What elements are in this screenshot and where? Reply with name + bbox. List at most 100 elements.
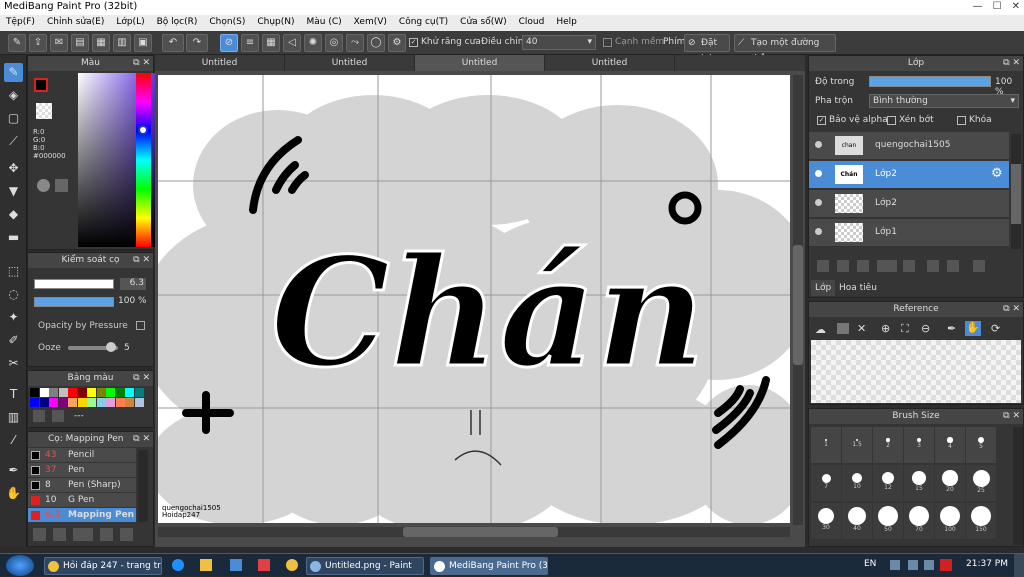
brush-icon[interactable]: ✎	[4, 63, 23, 82]
hue-handle[interactable]	[138, 125, 148, 135]
rectangle-icon[interactable]: ▢	[4, 109, 23, 128]
tray-icon[interactable]	[890, 560, 900, 570]
brush-item-pen-sharp[interactable]: 8 Pen (Sharp)	[28, 478, 136, 492]
antialias-checkbox[interactable]: ✓	[409, 38, 418, 47]
palette-color-swatch[interactable]	[115, 388, 125, 397]
brush-item-mapping-pen[interactable]: 6.3 Mapping Pen	[28, 508, 136, 522]
brush-size-option[interactable]: 1	[811, 427, 841, 463]
panel-close-icon[interactable]: ⧉ ✕	[1003, 409, 1020, 424]
add-brush-icon[interactable]	[33, 528, 46, 541]
select-eraser-icon[interactable]: ✂	[4, 354, 23, 373]
radial-snap-icon[interactable]: ✺	[304, 34, 322, 52]
menu-cloud[interactable]: Cloud	[513, 15, 551, 31]
palette-color-swatch[interactable]	[96, 388, 106, 397]
panel-close-icon[interactable]: ⧉ ✕	[1003, 302, 1020, 317]
brush-size-option[interactable]: 30	[811, 503, 841, 539]
menu-help[interactable]: Help	[550, 15, 583, 31]
palette-color-swatch[interactable]	[106, 398, 115, 407]
layer-opacity-slider[interactable]	[869, 76, 991, 87]
layout-icon[interactable]: ▣	[134, 34, 152, 52]
palette-color-swatch[interactable]	[125, 398, 134, 407]
brush-size-option[interactable]: 5	[966, 427, 996, 463]
panel-close-icon[interactable]: ⧉ ✕	[133, 253, 150, 268]
layer-row[interactable]: Lớp2	[809, 190, 1009, 218]
menu-layer[interactable]: Lớp(L)	[110, 15, 150, 31]
parallel-snap-icon[interactable]: ≡	[241, 34, 259, 52]
palette-color-swatch[interactable]	[134, 388, 144, 397]
brush-folder-icon[interactable]	[120, 528, 133, 541]
minimize-button[interactable]: —	[973, 1, 983, 12]
palette-color-swatch[interactable]	[49, 398, 58, 407]
reference-view[interactable]	[811, 340, 1021, 403]
hand-icon[interactable]: ✋	[4, 484, 23, 503]
frame-icon[interactable]: ▥	[4, 408, 23, 427]
brush-size-slider[interactable]	[34, 279, 114, 289]
eye-icon[interactable]	[815, 141, 822, 148]
menu-tools[interactable]: Công cụ(T)	[393, 15, 454, 31]
palette-color-swatch[interactable]	[68, 388, 77, 397]
panel-close-icon[interactable]: ⧉ ✕	[133, 56, 150, 71]
palette-color-swatch[interactable]	[87, 388, 96, 397]
brush-size-option[interactable]: 1.5	[842, 427, 872, 463]
color-settings-icon[interactable]	[55, 179, 68, 192]
zoom-out-icon[interactable]: ⊖	[921, 322, 930, 335]
panel-close-icon[interactable]: ⧉ ✕	[1003, 56, 1020, 71]
menu-snap[interactable]: Chụp(N)	[251, 15, 300, 31]
volume-icon[interactable]	[924, 560, 934, 570]
close-button[interactable]: ✕	[1012, 1, 1020, 12]
task-browser-hoidap[interactable]: Hỏi đáp 247 - trang tra ...	[44, 557, 162, 575]
new-1bit-layer-icon[interactable]	[857, 260, 869, 272]
show-desktop-button[interactable]	[1014, 554, 1024, 577]
smooth-checkbox[interactable]	[603, 38, 612, 47]
brush-size-option[interactable]: 2	[873, 427, 903, 463]
panel-close-icon[interactable]: ⧉ ✕	[133, 371, 150, 386]
antivirus-icon[interactable]	[940, 559, 952, 571]
close-icon[interactable]: ✕	[857, 322, 866, 335]
layer-row-selected[interactable]: Chán Lớp2 ⚙	[809, 161, 1009, 189]
task-paint[interactable]: Untitled.png - Paint	[306, 557, 424, 575]
canvas-vertical-scrollbar[interactable]	[793, 75, 803, 525]
zoom-in-icon[interactable]: ⊕	[881, 322, 890, 335]
brush-item-pencil[interactable]: 43 Pencil	[28, 448, 136, 462]
dropper-icon[interactable]: ✒	[4, 461, 23, 480]
brush-size-value[interactable]: 6.3	[120, 278, 146, 290]
document-icon[interactable]: ▦	[92, 34, 110, 52]
brush-size-option[interactable]: 25	[966, 465, 996, 501]
menu-view[interactable]: Xem(V)	[348, 15, 393, 31]
gear-icon[interactable]: ⚙	[991, 166, 1003, 181]
hand-icon[interactable]: ✋	[965, 321, 981, 336]
eraser-icon[interactable]: ◈	[4, 86, 23, 105]
menu-edit[interactable]: Chỉnh sửa(E)	[41, 15, 110, 31]
tab-document-3[interactable]: Untitled	[415, 55, 545, 71]
brush-size-scrollbar[interactable]	[1013, 427, 1023, 545]
grid-icon[interactable]: ▥	[113, 34, 131, 52]
tab-navigator[interactable]: Hoa tiêu	[835, 280, 881, 296]
ellipse-snap-icon[interactable]: ◯	[367, 34, 385, 52]
snap-settings-icon[interactable]: ⚙	[388, 34, 406, 52]
layer-row[interactable]: chan quengochai1505	[809, 132, 1009, 160]
brush-size-option[interactable]: 7	[811, 465, 841, 501]
fit-icon[interactable]: ⛶	[901, 322, 909, 336]
brush-size-option[interactable]: 100	[935, 503, 965, 539]
curve-snap-icon[interactable]: ⤳	[346, 34, 364, 52]
reset-button[interactable]: ⊘ Đặt lại	[684, 34, 730, 64]
vanish-snap-icon[interactable]: ◁	[283, 34, 301, 52]
brush-size-option[interactable]: 70	[904, 503, 934, 539]
panel-icon[interactable]: ▤	[71, 34, 89, 52]
brush-tool-icon[interactable]: ✎	[8, 34, 26, 52]
brush-size-option[interactable]: 40	[842, 503, 872, 539]
maximize-button[interactable]: ☐	[993, 1, 1002, 12]
menu-filter[interactable]: Bộ lọc(R)	[151, 15, 204, 31]
brush-item-pen[interactable]: 37 Pen	[28, 463, 136, 477]
brush-item-g-pen[interactable]: 10 G Pen	[28, 493, 136, 507]
palette-color-swatch[interactable]	[30, 398, 39, 407]
palette-color-swatch[interactable]	[77, 398, 87, 407]
tab-document-1[interactable]: Untitled	[155, 55, 285, 71]
layer-scrollbar[interactable]	[1011, 134, 1021, 249]
layer-row[interactable]: Lớp1	[809, 219, 1009, 247]
eye-icon[interactable]	[815, 170, 822, 177]
folder-icon[interactable]	[903, 260, 915, 272]
gradient-icon[interactable]: ▬	[4, 228, 23, 247]
menu-select[interactable]: Chọn(S)	[203, 15, 251, 31]
brush-list-scrollbar[interactable]	[138, 450, 148, 522]
